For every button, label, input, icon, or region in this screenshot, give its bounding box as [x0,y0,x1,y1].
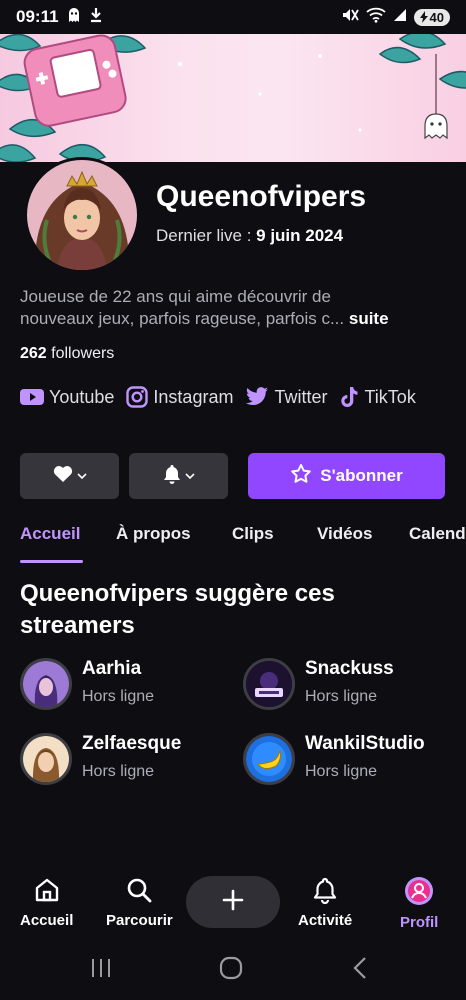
create-button[interactable] [186,876,280,928]
battery-indicator: 40 [413,8,450,26]
wifi-icon [365,7,386,28]
last-live: Dernier live : 9 juin 2024 [156,226,343,246]
twitter-icon [245,387,269,407]
search-icon [125,876,153,908]
streamer-status: Hors ligne [82,763,155,780]
download-icon [89,7,103,28]
social-link-instagram[interactable]: Instagram [126,386,233,408]
suggested-streamer[interactable]: Snackuss Hors ligne [243,656,463,712]
streamer-avatar [20,658,72,710]
star-icon [290,463,312,490]
back-icon[interactable] [352,956,368,985]
subscribe-button[interactable]: S'abonner [248,453,445,499]
status-bar: 09:11 40 [0,0,466,34]
tab-schedule[interactable]: Calend [409,524,466,544]
battery-level: 40 [429,9,444,25]
streamer-name: Aarhia [82,658,142,679]
profile-avatar[interactable] [24,157,140,273]
system-navigation-bar [0,940,466,1000]
youtube-icon [20,388,44,406]
bio-more-link[interactable]: suite [349,309,389,328]
followers-count: 262 followers [20,345,114,363]
nav-label: Profil [400,914,439,931]
tiktok-icon [339,386,359,408]
nav-label: Accueil [20,912,74,929]
chevron-down-icon [76,467,87,485]
suggested-streamer[interactable]: WankilStudio Hors ligne [243,731,463,787]
tab-videos[interactable]: Vidéos [317,524,372,544]
channel-tabs: Accueil À propos Clips Vidéos Calend [0,520,466,564]
suggested-streamer[interactable]: Aarhia Hors ligne [20,656,240,712]
streamer-avatar [243,733,295,785]
mute-icon [341,7,359,28]
followers-number: 262 [20,345,47,362]
bio-line-1: Joueuse de 22 ans qui aime découvrir de [20,287,331,306]
bell-icon [311,876,339,908]
social-label: Twitter [274,386,328,407]
streamer-avatar [20,733,72,785]
social-link-twitter[interactable]: Twitter [245,387,327,408]
subscribe-label: S'abonner [320,466,403,485]
tab-home[interactable]: Accueil [20,524,80,544]
streamer-name: WankilStudio [305,733,425,754]
home-icon [33,876,61,908]
social-link-youtube[interactable]: Youtube [20,387,114,408]
heart-icon [53,465,73,488]
last-live-date: 9 juin 2024 [256,226,344,245]
social-label: Youtube [49,386,115,407]
streamer-status: Hors ligne [305,763,378,780]
active-tab-indicator [20,560,83,563]
streamer-avatar [243,658,295,710]
ghost-icon [67,7,81,28]
streamer-name: Zelfaesque [82,733,182,754]
last-live-label: Dernier live : [156,226,257,245]
profile-banner [0,34,466,162]
nav-home[interactable]: Accueil [20,876,73,929]
channel-name: Queenofvipers [156,180,367,213]
social-link-tiktok[interactable]: TikTok [339,386,416,408]
nav-activity[interactable]: Activité [298,876,352,929]
follow-button[interactable] [20,453,119,499]
home-circle-icon[interactable] [219,956,243,985]
nav-label: Parcourir [106,912,173,929]
signal-icon [393,7,407,27]
followers-label: followers [51,345,115,362]
streamer-name: Snackuss [305,658,394,679]
channel-bio[interactable]: Joueuse de 22 ans qui aime découvrir de … [20,286,450,330]
recent-apps-icon[interactable] [90,956,112,985]
bell-icon [163,464,181,489]
chevron-down-icon [184,467,195,485]
plus-icon [222,889,244,916]
tab-about[interactable]: À propos [116,524,191,544]
nav-label: Activité [298,912,353,929]
instagram-icon [126,386,149,408]
suggested-streamer[interactable]: Zelfaesque Hors ligne [20,731,240,787]
bottom-navigation: Accueil Parcourir Activité Profil [0,866,466,938]
streamer-status: Hors ligne [82,688,155,705]
notifications-button[interactable] [129,453,228,499]
social-label: TikTok [364,386,416,407]
tab-clips[interactable]: Clips [232,524,274,544]
nav-browse[interactable]: Parcourir [106,876,173,929]
profile-icon [404,876,434,910]
streamer-status: Hors ligne [305,688,378,705]
suggestions-title: Queenofvipers suggère ces streamers [20,580,335,639]
nav-profile[interactable]: Profil [400,876,438,931]
bio-line-2: nouveaux jeux, parfois rageuse, parfois … [20,309,345,328]
social-label: Instagram [153,386,234,407]
social-links: Youtube Instagram Twitter TikTok [20,386,416,408]
status-time: 09:11 [16,7,59,26]
